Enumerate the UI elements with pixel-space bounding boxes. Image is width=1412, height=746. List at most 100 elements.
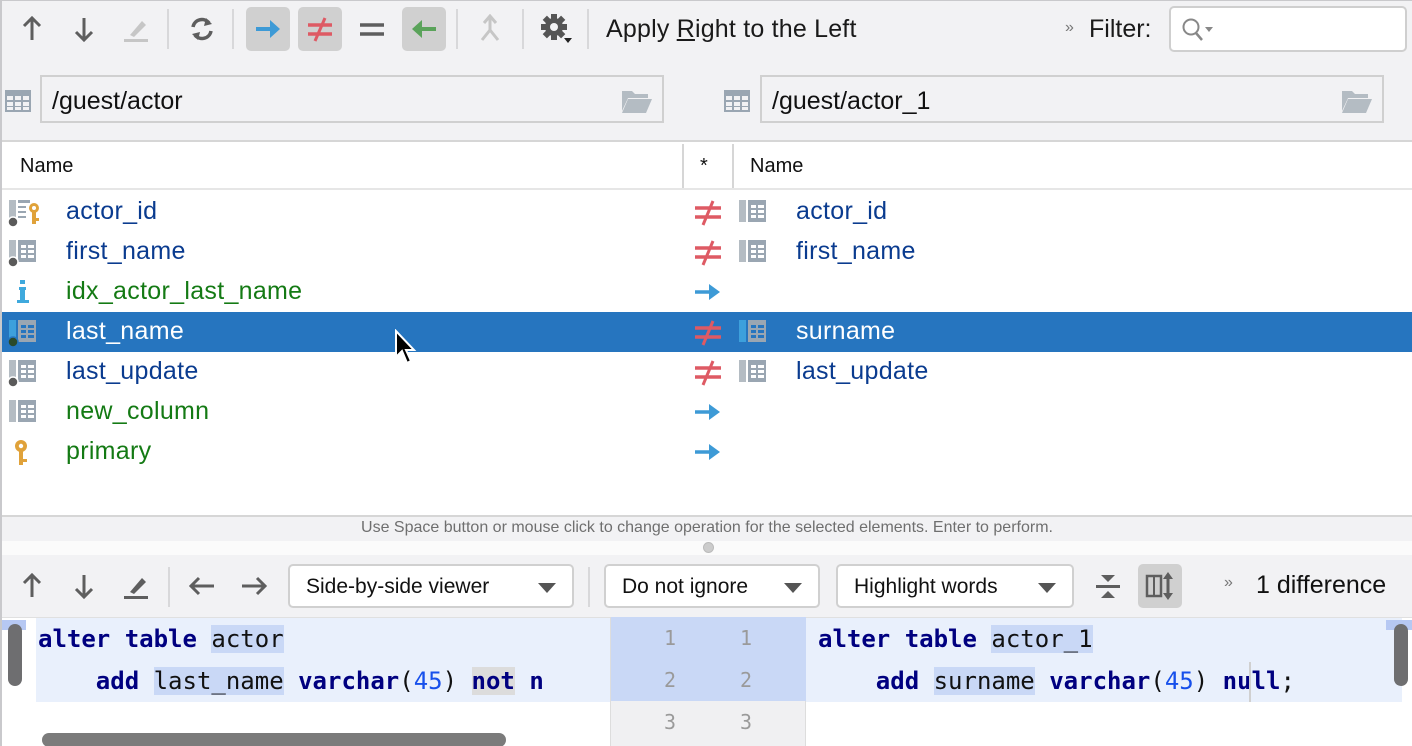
not-equal-icon <box>308 17 332 42</box>
toolbar-separator <box>232 9 234 49</box>
refresh-button[interactable] <box>180 7 224 51</box>
collapse-unchanged-button[interactable] <box>1088 564 1128 608</box>
left-diff-editor[interactable]: alter table actor add last_name varchar(… <box>2 617 610 746</box>
column-icon <box>7 318 42 353</box>
table-row[interactable]: primary <box>2 432 1412 472</box>
code-token: last_name <box>153 667 284 695</box>
column-icon <box>738 318 772 353</box>
filter-input[interactable] <box>1169 6 1407 52</box>
ignore-mode-dropdown[interactable]: Do not ignore <box>604 564 820 608</box>
apply-right-to-left-button[interactable] <box>402 7 446 51</box>
arrow-down-icon <box>74 18 94 43</box>
text-caret <box>1249 662 1251 702</box>
edit-button[interactable] <box>114 7 158 51</box>
code-token: alter <box>38 625 111 653</box>
table-row[interactable]: actor_id actor_id <box>2 192 1412 232</box>
arrow-right-icon[interactable] <box>694 440 722 469</box>
column-divider <box>682 144 684 188</box>
line-number-gutter: 1 2 3 1 2 3 <box>610 617 807 746</box>
not-equal-icon[interactable] <box>694 320 722 351</box>
settings-button[interactable] <box>534 7 578 51</box>
code-token: add <box>875 667 920 695</box>
right-line-number: 3 <box>739 710 753 734</box>
viewer-mode-dropdown[interactable]: Side-by-side viewer <box>288 564 574 608</box>
right-path-field[interactable]: /guest/actor_1 <box>760 75 1384 123</box>
folder-open-icon[interactable] <box>1342 89 1372 113</box>
column-divider <box>732 144 734 188</box>
toolbar-separator <box>167 9 169 49</box>
code-token: ( <box>399 667 414 695</box>
code-token: actor_1 <box>991 625 1093 653</box>
right-diff-editor[interactable]: alter table actor_1 add surname varchar(… <box>806 617 1412 746</box>
column-icon <box>8 398 42 433</box>
not-equal-icon[interactable] <box>694 240 722 271</box>
table-row[interactable]: last_name surname <box>2 312 1412 352</box>
right-vertical-scrollbar[interactable] <box>1394 624 1408 686</box>
hint-text: Use Space button or mouse click to chang… <box>361 519 1053 536</box>
sync-scroll-icon <box>1145 572 1173 600</box>
table-row[interactable]: first_name first_name <box>2 232 1412 272</box>
table-header: Name * Name <box>2 142 1412 190</box>
left-item-name: first_name <box>66 237 186 265</box>
splitter-handle[interactable] <box>703 542 714 553</box>
left-path-field[interactable]: /guest/actor <box>40 75 664 123</box>
diff-previous-button[interactable] <box>12 564 52 608</box>
toolbar-separator <box>587 9 589 49</box>
not-equal-icon[interactable] <box>694 200 722 231</box>
column-header-operation[interactable]: * <box>700 155 708 178</box>
toolbar-separator <box>456 9 458 49</box>
right-item-name: first_name <box>796 237 916 265</box>
code-token: ; <box>1280 667 1295 695</box>
highlight-mode-value: Highlight words <box>854 575 998 598</box>
apply-left-to-right-button[interactable] <box>246 7 290 51</box>
code-line: add last_name varchar(45) not n <box>38 660 544 702</box>
column-key-icon <box>7 198 42 233</box>
table-icon <box>5 90 31 112</box>
previous-difference-button[interactable] <box>10 7 54 51</box>
chevron-down-icon <box>538 583 556 593</box>
show-equal-button[interactable] <box>350 7 394 51</box>
next-difference-button[interactable] <box>62 7 106 51</box>
collapse-icon <box>1096 575 1120 598</box>
left-horizontal-scrollbar[interactable] <box>42 733 506 746</box>
navigate-back-button[interactable] <box>182 564 222 608</box>
left-vertical-scrollbar[interactable] <box>8 624 22 686</box>
table-row[interactable]: idx_actor_last_name <box>2 272 1412 312</box>
column-icon <box>7 238 42 273</box>
chevron-down-icon <box>1038 583 1056 593</box>
mouse-cursor-icon <box>395 329 417 365</box>
code-token: varchar <box>298 667 400 695</box>
arrow-right-icon[interactable] <box>694 280 722 309</box>
folder-open-icon[interactable] <box>622 89 652 113</box>
diff-next-button[interactable] <box>64 564 104 608</box>
highlight-mode-dropdown[interactable]: Highlight words <box>836 564 1074 608</box>
ignore-mode-value: Do not ignore <box>622 575 749 598</box>
merge-button[interactable] <box>468 7 512 51</box>
column-header-left-name[interactable]: Name <box>20 155 73 178</box>
arrow-right-icon[interactable] <box>694 400 722 429</box>
column-icon <box>738 198 772 233</box>
more-actions-chevron[interactable]: » <box>1224 574 1233 592</box>
table-row[interactable]: new_column <box>2 392 1412 432</box>
column-header-right-name[interactable]: Name <box>750 155 803 178</box>
panel-splitter[interactable] <box>2 541 1412 555</box>
more-actions-chevron[interactable]: » <box>1065 19 1074 37</box>
index-icon <box>8 278 42 313</box>
code-token: ( <box>1150 667 1165 695</box>
diff-edit-button[interactable] <box>116 564 156 608</box>
code-token: alter <box>818 625 891 653</box>
navigate-forward-button[interactable] <box>234 564 274 608</box>
left-item-name: primary <box>66 437 152 465</box>
search-icon <box>1182 18 1213 41</box>
column-icon <box>738 358 772 393</box>
right-item-name: actor_id <box>796 197 888 225</box>
sync-scroll-button[interactable] <box>1138 564 1182 608</box>
show-different-button[interactable] <box>298 7 342 51</box>
right-item-name: last_update <box>796 357 929 385</box>
code-line: add surname varchar(45) null; <box>818 660 1295 702</box>
not-equal-icon[interactable] <box>694 360 722 391</box>
table-row[interactable]: last_update last_update <box>2 352 1412 392</box>
left-item-name: last_name <box>66 317 185 345</box>
